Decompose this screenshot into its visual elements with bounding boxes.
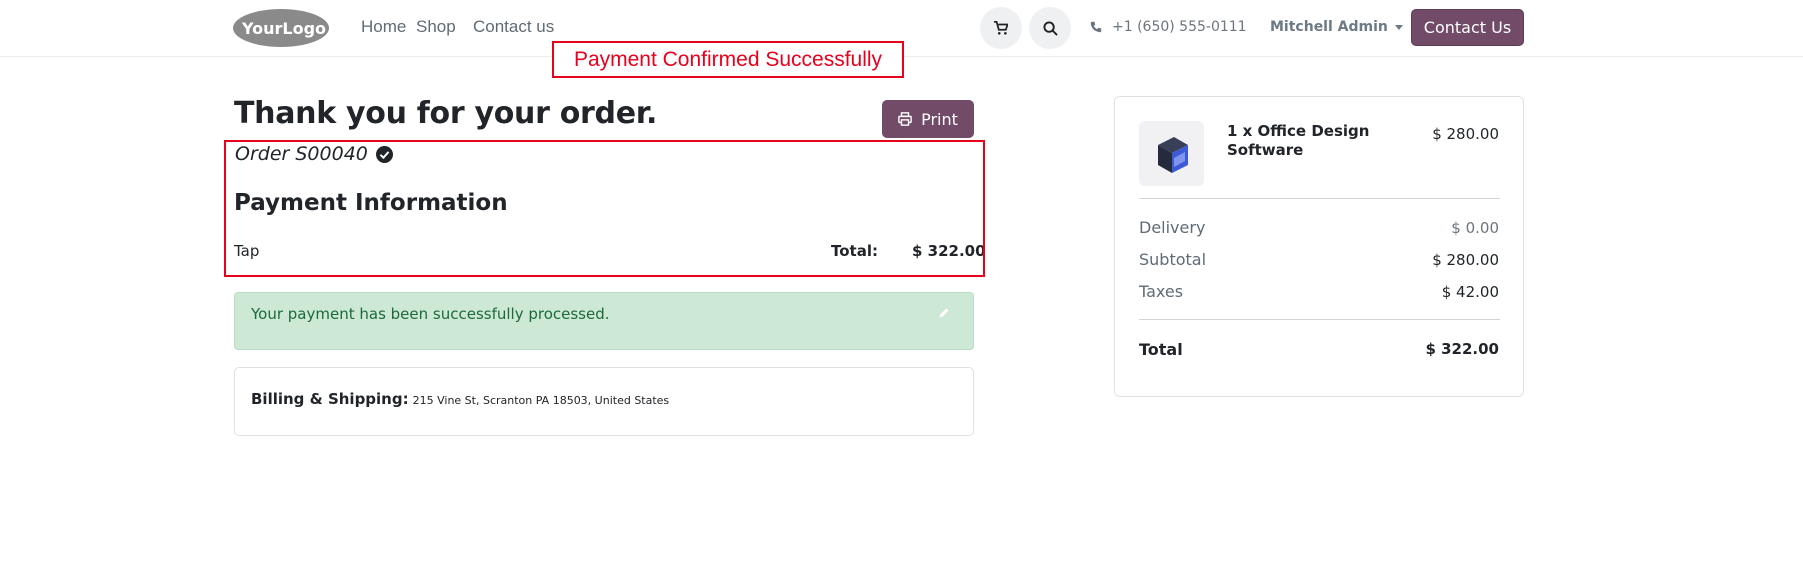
logo[interactable]: YourLogo — [233, 8, 330, 48]
pencil-icon[interactable] — [938, 307, 950, 319]
payment-confirmed-banner: Payment Confirmed Successfully — [552, 41, 904, 78]
order-summary-card: 1 x Office Design Software $ 280.00 Deli… — [1114, 96, 1524, 397]
product-box-icon — [1157, 136, 1188, 173]
billing-address: 215 Vine St, Scranton PA 18503, United S… — [412, 394, 670, 407]
search-icon — [1042, 20, 1058, 36]
print-button[interactable]: Print — [882, 100, 974, 138]
phone-number: +1 (650) 555-0111 — [1112, 19, 1247, 35]
product-price: $ 280.00 — [1432, 125, 1499, 143]
order-highlight-box — [224, 140, 985, 277]
summary-total-label: Total — [1139, 340, 1183, 359]
user-menu[interactable]: Mitchell Admin — [1270, 19, 1403, 35]
success-alert-text: Your payment has been successfully proce… — [251, 305, 610, 323]
cart-icon — [994, 21, 1008, 35]
summary-divider — [1139, 319, 1500, 320]
success-alert: Your payment has been successfully proce… — [234, 292, 974, 350]
nav-home[interactable]: Home — [361, 17, 406, 37]
product-name: 1 x Office Design Software — [1227, 122, 1370, 159]
page-title: Thank you for your order. — [234, 96, 658, 131]
subtotal-label: Subtotal — [1139, 250, 1207, 269]
phone-icon — [1090, 21, 1102, 33]
product-image — [1139, 121, 1204, 186]
summary-divider — [1139, 198, 1500, 199]
subtotal-value: $ 280.00 — [1432, 251, 1499, 269]
contact-us-button[interactable]: Contact Us — [1411, 9, 1524, 46]
delivery-value: $ 0.00 — [1451, 219, 1499, 237]
cart-button[interactable] — [980, 7, 1022, 49]
nav-shop[interactable]: Shop — [416, 17, 456, 37]
user-name: Mitchell Admin — [1270, 19, 1388, 35]
phone-link[interactable]: +1 (650) 555-0111 — [1090, 19, 1247, 35]
print-label: Print — [921, 109, 958, 129]
taxes-label: Taxes — [1139, 282, 1184, 301]
nav-contact-us[interactable]: Contact us — [473, 17, 554, 37]
delivery-label: Delivery — [1139, 218, 1206, 237]
summary-total-value: $ 322.00 — [1425, 340, 1499, 358]
billing-shipping-card: Billing & Shipping: 215 Vine St, Scranto… — [234, 367, 974, 436]
search-button[interactable] — [1029, 7, 1071, 49]
logo-text: YourLogo — [241, 19, 326, 38]
billing-label: Billing & Shipping: — [251, 390, 409, 408]
taxes-value: $ 42.00 — [1441, 283, 1499, 301]
chevron-down-icon — [1394, 24, 1403, 30]
print-icon — [898, 112, 912, 126]
